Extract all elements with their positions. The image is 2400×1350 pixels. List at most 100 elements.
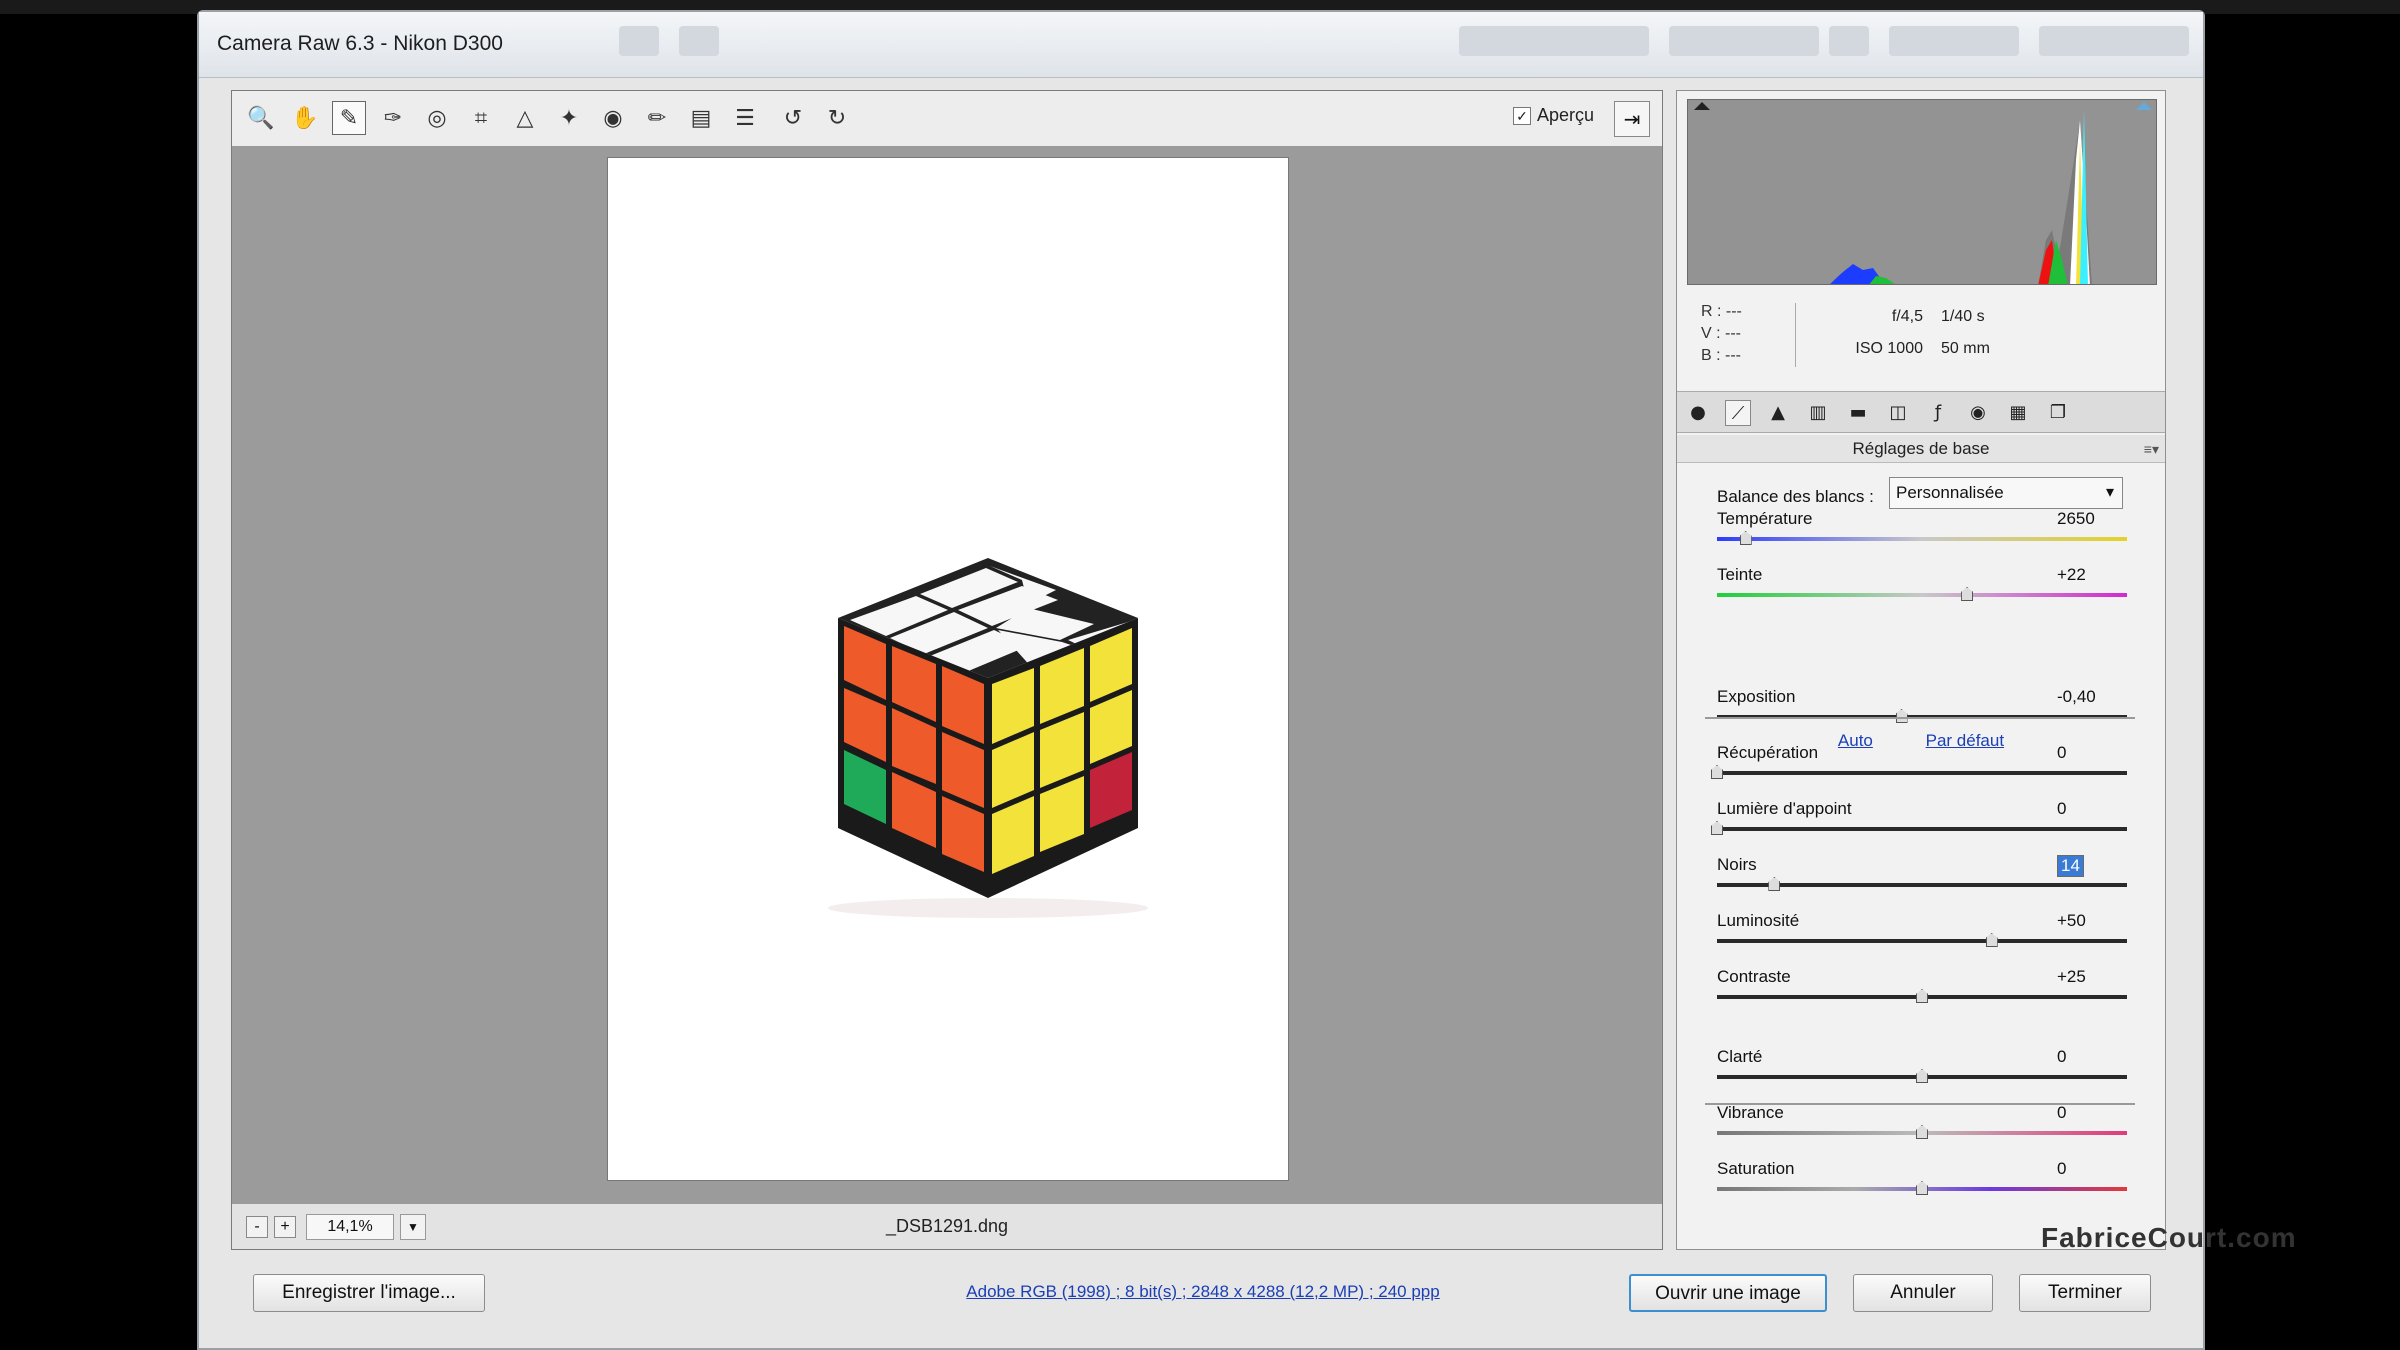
slider-thumb[interactable]	[1916, 1069, 1928, 1083]
lens-corrections-tab-icon[interactable]: ◫	[1885, 400, 1911, 426]
slider-thumb[interactable]	[1916, 989, 1928, 1003]
slider-value-field[interactable]: 0	[2057, 799, 2066, 819]
slider-value-field[interactable]: 2650	[2057, 509, 2095, 529]
title-bar: Camera Raw 6.3 - Nikon D300	[199, 12, 2203, 78]
panel-menu-icon[interactable]: ≡▾	[2144, 435, 2159, 463]
slider-label: Contraste	[1717, 967, 1791, 986]
auto-link[interactable]: Auto	[1838, 731, 1873, 750]
v-readout: V : ---	[1701, 325, 1741, 342]
spot-removal-tool-icon[interactable]: ✦	[552, 101, 586, 135]
preview-status-bar: - + 14,1% ▼ _DSB1291.dng	[232, 1203, 1662, 1249]
slider-value-field[interactable]: +50	[2057, 911, 2086, 931]
photo-preview[interactable]	[607, 157, 1289, 1181]
hsl-tab-icon[interactable]: ▥	[1805, 400, 1831, 426]
white-balance-label: Balance des blancs :	[1717, 487, 1874, 506]
slider-1: Teinte +22	[1717, 565, 2127, 605]
slider-thumb[interactable]	[1739, 531, 1752, 545]
split-toning-tab-icon[interactable]: ▬	[1845, 400, 1871, 426]
detail-tab-icon[interactable]: ▲	[1765, 400, 1791, 426]
default-link[interactable]: Par défaut	[1926, 731, 2004, 750]
slider-value-field[interactable]: -0,40	[2057, 687, 2096, 707]
aperture-value: f/4,5	[1891, 308, 1923, 325]
white-balance-tool-icon[interactable]: ✎	[332, 101, 366, 135]
window-title: Camera Raw 6.3 - Nikon D300	[217, 32, 503, 55]
preview-area: ✓ Aperçu ⇥ 🔍 ✋ ✎ ✑ ◎ ⌗ △ ✦ ◉ ✏ ▤ ☰ ↺ ↻ -…	[231, 90, 1663, 1250]
slider-label: Luminosité	[1717, 911, 1800, 930]
slider-9: Vibrance 0	[1717, 1103, 2127, 1143]
histogram	[1687, 99, 2157, 285]
snapshots-tab-icon[interactable]: ❐	[2045, 400, 2071, 426]
tool-bar: ✓ Aperçu ⇥ 🔍 ✋ ✎ ✑ ◎ ⌗ △ ✦ ◉ ✏ ▤ ☰ ↺ ↻	[232, 91, 1662, 147]
titlebar-control	[1889, 26, 2019, 56]
titlebar-control	[1459, 26, 1649, 56]
preview-checkbox[interactable]: ✓	[1512, 106, 1531, 125]
auto-default-links: Auto Par défaut	[1677, 731, 2165, 751]
preferences-tool-icon[interactable]: ☰	[728, 101, 762, 135]
effects-tab-icon[interactable]: ƒ	[1925, 400, 1951, 426]
panel-section-title: Réglages de base ≡▾	[1677, 435, 2165, 463]
slider-label: Exposition	[1717, 687, 1796, 706]
slider-thumb[interactable]	[1985, 933, 1998, 947]
tone-curve-tab-icon[interactable]: ⟋	[1725, 400, 1751, 426]
slider-label: Clarté	[1717, 1047, 1763, 1066]
slider-value-field[interactable]: +22	[2057, 565, 2086, 585]
section-title-label: Réglages de base	[1852, 439, 1990, 458]
titlebar-control	[1829, 26, 1869, 56]
slider-label: Saturation	[1717, 1159, 1795, 1178]
straighten-tool-icon[interactable]: △	[508, 101, 542, 135]
slider-thumb[interactable]	[1895, 709, 1908, 723]
titlebar-control	[679, 26, 719, 56]
slider-label: Noirs	[1717, 855, 1757, 874]
slider-track[interactable]	[1717, 939, 2127, 943]
section-divider	[1705, 717, 2135, 719]
file-name: _DSB1291.dng	[885, 1216, 1009, 1236]
slider-7: Contraste +25	[1717, 967, 2127, 1007]
slider-track[interactable]	[1717, 537, 2127, 541]
camera-raw-window: Camera Raw 6.3 - Nikon D300 ✓ Aperçu ⇥ 🔍…	[197, 10, 2296, 1350]
slider-value-field[interactable]: +25	[2057, 967, 2086, 987]
slider-thumb[interactable]	[1961, 587, 1974, 601]
camera-calibration-tab-icon[interactable]: ◉	[1965, 400, 1991, 426]
basic-tab-icon[interactable]: ●	[1685, 400, 1711, 426]
red-eye-tool-icon[interactable]: ◉	[596, 101, 630, 135]
preview-toggle[interactable]: ✓ Aperçu	[1512, 105, 1594, 126]
slider-value-field[interactable]: 0	[2057, 1103, 2066, 1123]
hand-tool-icon[interactable]: ✋	[288, 101, 322, 135]
slider-10: Saturation 0	[1717, 1159, 2127, 1199]
slider-6: Luminosité +50	[1717, 911, 2127, 951]
cancel-button[interactable]: Annuler	[1853, 1274, 1993, 1312]
fullscreen-button[interactable]: ⇥	[1614, 101, 1650, 137]
crop-tool-icon[interactable]: ⌗	[464, 101, 498, 135]
slider-thumb[interactable]	[1711, 765, 1723, 779]
slider-track[interactable]	[1717, 827, 2127, 831]
adjustment-brush-tool-icon[interactable]: ✏	[640, 101, 674, 135]
slider-value-field[interactable]: 0	[2057, 1159, 2066, 1179]
info-separator	[1795, 303, 1796, 367]
rotate-right-tool-icon[interactable]: ↻	[820, 101, 854, 135]
slider-label: Vibrance	[1717, 1103, 1784, 1122]
slider-thumb[interactable]	[1916, 1181, 1928, 1195]
done-button[interactable]: Terminer	[2019, 1274, 2151, 1312]
color-sampler-tool-icon[interactable]: ✑	[376, 101, 410, 135]
slider-value-field[interactable]: 0	[2057, 1047, 2066, 1067]
slider-thumb[interactable]	[1711, 821, 1723, 835]
presets-tab-icon[interactable]: ▦	[2005, 400, 2031, 426]
slider-value-field[interactable]: 14	[2057, 855, 2084, 877]
white-balance-select[interactable]: Personnalisée	[1889, 477, 2123, 509]
slider-thumb[interactable]	[1768, 877, 1781, 891]
camera-settings: f/4,5 1/40 s ISO 1000 50 mm	[1827, 301, 1990, 365]
section-divider	[1705, 1103, 2135, 1105]
slider-8: Clarté 0	[1717, 1047, 2127, 1087]
targeted-adjustment-tool-icon[interactable]: ◎	[420, 101, 454, 135]
open-image-button[interactable]: Ouvrir une image	[1629, 1274, 1827, 1312]
rotate-left-tool-icon[interactable]: ↺	[776, 101, 810, 135]
slider-track[interactable]	[1717, 771, 2127, 775]
image-info: R : --- V : --- B : --- f/4,5 1/40 s ISO …	[1677, 289, 2165, 389]
slider-track[interactable]	[1717, 593, 2127, 597]
graduated-filter-tool-icon[interactable]: ▤	[684, 101, 718, 135]
focal-length-value: 50 mm	[1941, 340, 1990, 357]
b-readout: B : ---	[1701, 347, 1741, 364]
slider-thumb[interactable]	[1916, 1125, 1928, 1139]
panel-tabs: ● ⟋ ▲ ▥ ▬ ◫ ƒ ◉ ▦ ❐	[1677, 391, 2165, 433]
zoom-tool-icon[interactable]: 🔍	[244, 101, 278, 135]
